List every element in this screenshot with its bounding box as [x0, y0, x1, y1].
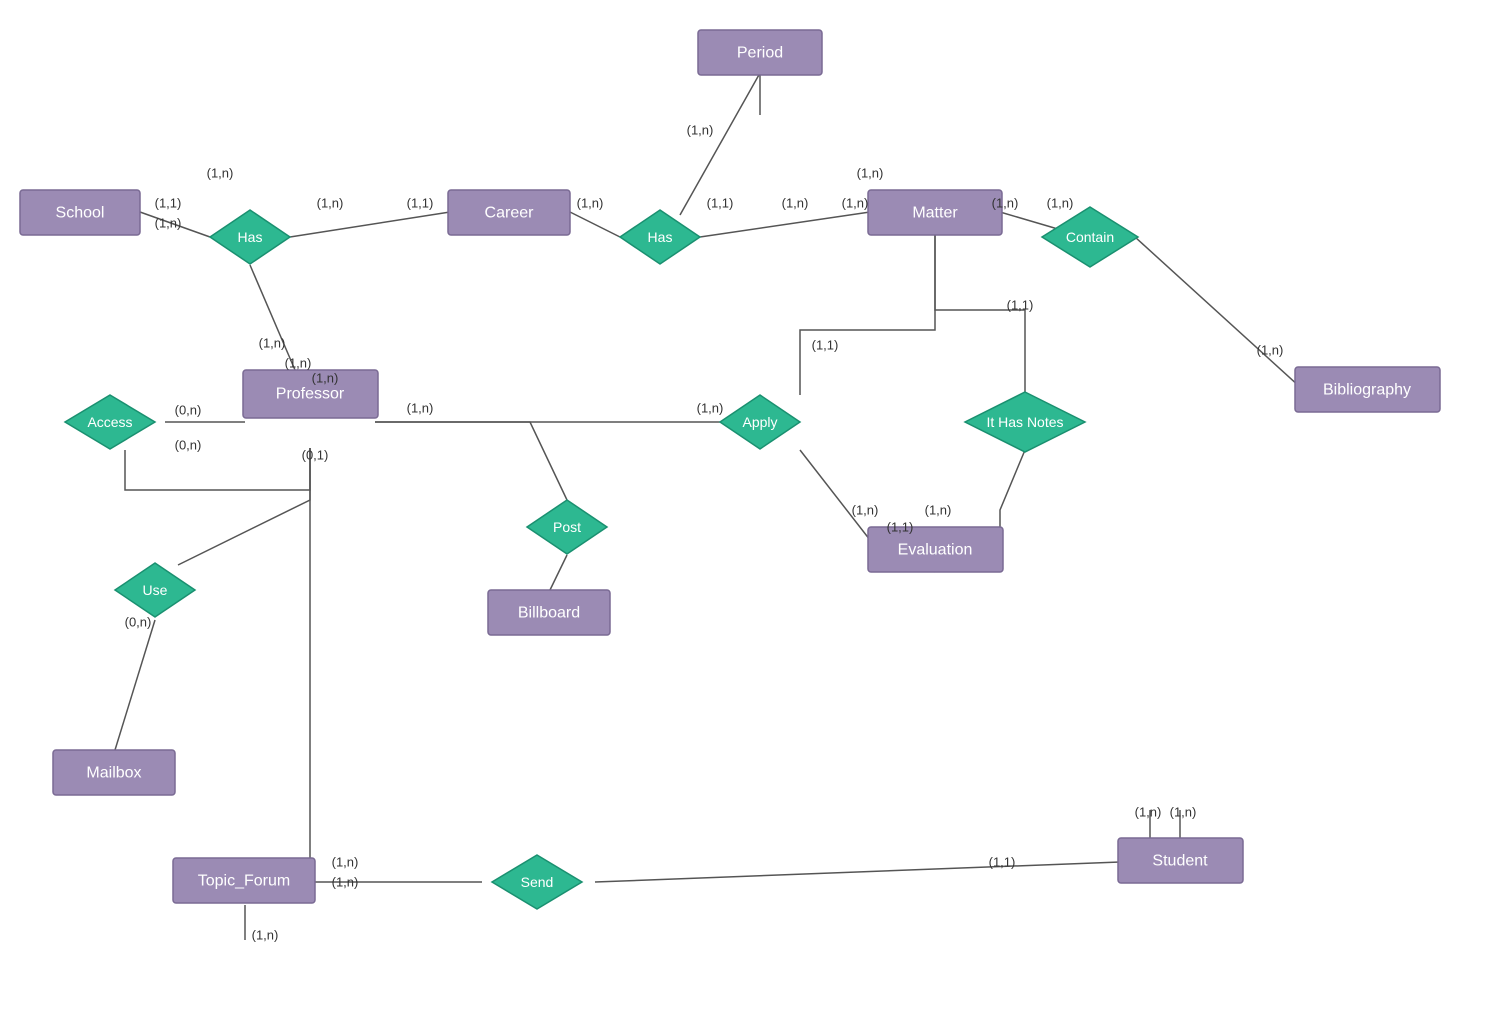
card-school-has1-left: (1,1)	[155, 196, 182, 211]
card-access-bottom: (0,n)	[175, 438, 202, 453]
use-mailbox-line	[115, 620, 155, 750]
period-has2-line	[680, 73, 760, 215]
card-access-right: (0,n)	[175, 403, 202, 418]
matter-label: Matter	[912, 205, 958, 222]
contain-label: Contain	[1066, 229, 1114, 245]
card-matter-top: (1,n)	[857, 166, 884, 181]
has1-professor-line	[250, 265, 295, 370]
card-contain-left: (1,n)	[1047, 196, 1074, 211]
contain-bibliography-line	[1135, 237, 1300, 387]
professor-label: Professor	[276, 386, 345, 403]
card-student-top1: (1,n)	[1135, 805, 1162, 820]
card-eval-1: (1,n)	[852, 503, 879, 518]
card-matter-apply: (1,1)	[812, 338, 839, 353]
card-use-mailbox: (0,n)	[125, 615, 152, 630]
card-topicforum-send2: (1,n)	[332, 875, 359, 890]
card-send-student: (1,1)	[989, 855, 1016, 870]
er-diagram: Period School Career Matter Bibliography…	[0, 0, 1500, 1029]
mailbox-label: Mailbox	[86, 765, 141, 782]
card-career-left: (1,1)	[407, 196, 434, 211]
student-send-line	[595, 862, 1120, 882]
post-billboard-line	[550, 555, 567, 590]
card-has1-prof-right: (1,n)	[312, 371, 339, 386]
has1-label: Has	[238, 229, 263, 245]
has2-matter-line	[700, 212, 870, 237]
card-ithasnotes-matter: (1,1)	[1007, 298, 1034, 313]
professor-topicforum-line	[310, 448, 315, 882]
access-label: Access	[87, 414, 132, 430]
send-label: Send	[521, 874, 554, 890]
card-eval-3: (1,n)	[925, 503, 952, 518]
career-label: Career	[485, 205, 535, 222]
matter-ithasnotes-line	[935, 235, 1025, 395]
card-has1-career-right: (1,n)	[317, 196, 344, 211]
school-label: School	[56, 205, 105, 222]
card-contain-bibliography: (1,n)	[1257, 343, 1284, 358]
ithasnotes-evaluation-line	[1000, 450, 1025, 530]
ithasnotes-label: It Has Notes	[986, 414, 1063, 430]
card-student-top2: (1,n)	[1170, 805, 1197, 820]
card-eval-2: (1,1)	[887, 520, 914, 535]
billboard-label: Billboard	[518, 605, 580, 622]
career-has2-line	[570, 212, 620, 237]
card-has2-matter-left: (1,1)	[707, 196, 734, 211]
card-has1-top: (1,n)	[207, 166, 234, 181]
card-matter-left1: (1,n)	[842, 196, 869, 211]
student-label: Student	[1152, 853, 1208, 870]
post-label: Post	[553, 519, 581, 535]
topicforum-label: Topic_Forum	[198, 873, 290, 890]
card-school-has1-left2: (1,n)	[155, 216, 182, 231]
apply-label: Apply	[742, 414, 777, 430]
card-period-has2: (1,n)	[687, 123, 714, 138]
period-label: Period	[737, 45, 783, 62]
card-apply-left: (1,n)	[697, 401, 724, 416]
access-loop-line	[125, 448, 310, 490]
use-label: Use	[143, 582, 168, 598]
has2-label: Has	[648, 229, 673, 245]
card-topicforum-bottom: (1,n)	[252, 928, 279, 943]
card-career-has2: (1,n)	[577, 196, 604, 211]
card-professor-access: (0,1)	[302, 448, 329, 463]
card-prof-apply-left: (1,n)	[407, 401, 434, 416]
professor-post-line	[375, 422, 567, 500]
card-matter-right: (1,n)	[992, 196, 1019, 211]
has1-career-line	[290, 212, 450, 237]
evaluation-label: Evaluation	[898, 542, 973, 559]
matter-apply-line	[800, 235, 935, 395]
card-has1-prof-mid: (1,n)	[285, 356, 312, 371]
card-has1-prof-left: (1,n)	[259, 336, 286, 351]
card-topicforum-send1: (1,n)	[332, 855, 359, 870]
bibliography-label: Bibliography	[1323, 382, 1411, 399]
card-has2-matter-right: (1,n)	[782, 196, 809, 211]
professor-use-line	[178, 448, 310, 565]
